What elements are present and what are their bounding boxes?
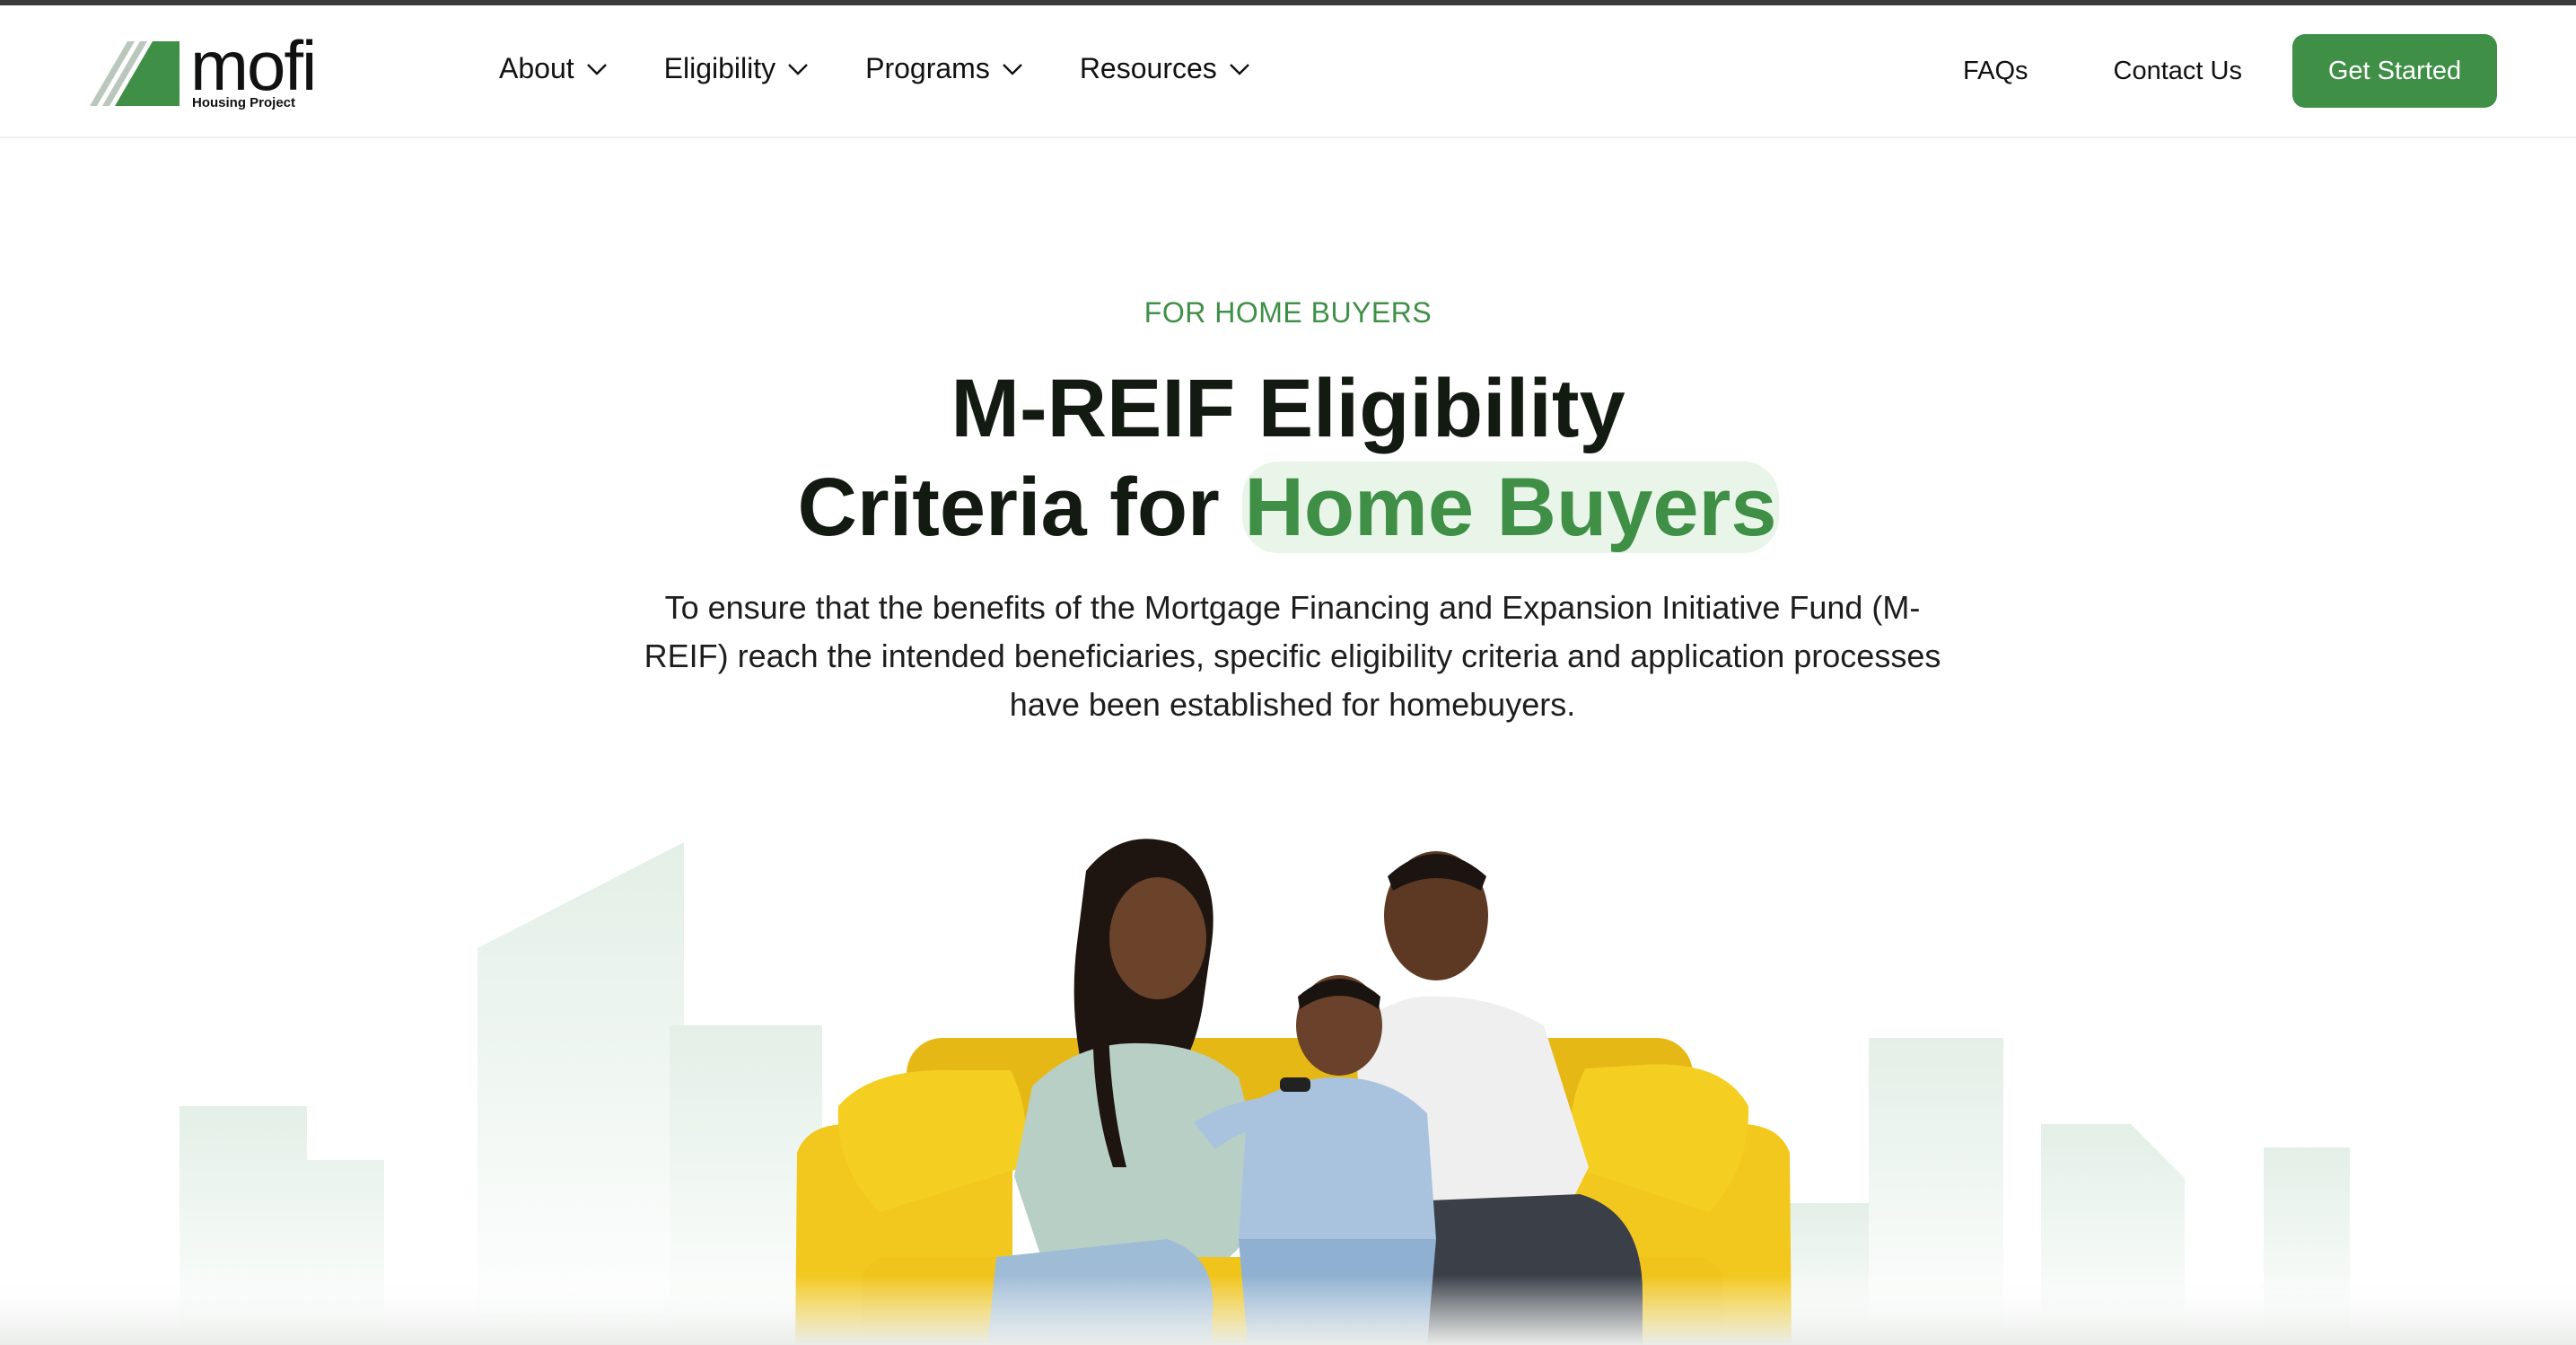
brand-logo[interactable]: mofi Housing Project [90,26,350,115]
faqs-link[interactable]: FAQs [1963,57,2028,86]
main-menu: About Eligibility Programs Resources [499,52,1307,85]
nav-item-label: Resources [1079,52,1217,84]
nav-item-programs[interactable]: Programs [865,52,1024,85]
nav-right-actions: FAQs Contact Us Get Started [1963,34,2497,108]
nav-item-resources[interactable]: Resources [1080,52,1251,85]
chevron-down-icon [788,63,808,75]
chevron-down-icon [586,63,607,75]
nav-item-label: Eligibility [663,52,776,84]
hero-illustration [0,790,2576,1345]
contact-us-link[interactable]: Contact Us [2114,57,2242,86]
nav-item-label: About [499,52,574,84]
logo-stripes-icon [90,41,180,106]
hero-title-highlight: Home Buyers [1242,462,1779,553]
chevron-down-icon [1002,63,1022,75]
nav-item-about[interactable]: About [499,52,609,85]
get-started-button[interactable]: Get Started [2292,34,2497,108]
nav-item-label: Programs [865,52,990,84]
family-sofa-image [0,839,2576,1345]
nav-item-eligibility[interactable]: Eligibility [664,52,810,85]
hero-description: To ensure that the benefits of the Mortg… [644,589,1941,723]
hero-title-line2-prefix: Criteria for [797,462,1243,553]
brand-tagline: Housing Project [192,95,296,110]
hero-eyebrow: FOR HOME BUYERS [1143,296,1433,329]
hero-title-line1: M-REIF Eligibility [951,363,1625,454]
hero-title: M-REIF Eligibility Criteria for Home Buy… [0,359,2576,557]
chevron-down-icon [1229,63,1249,75]
top-navbar: mofi Housing Project About Eligibility P… [0,5,2576,138]
